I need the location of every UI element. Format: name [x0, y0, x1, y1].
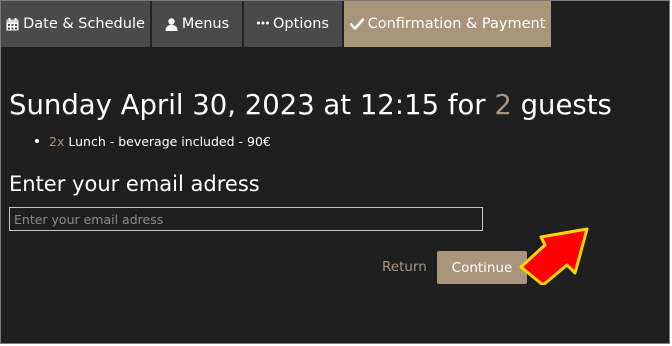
return-link[interactable]: Return [382, 258, 427, 276]
guests-label: guests [511, 89, 612, 121]
email-heading: Enter your email adress [9, 172, 260, 196]
item-description: Lunch - beverage included - 90€ [68, 133, 271, 149]
email-field[interactable] [9, 207, 483, 231]
booking-date-time: Sunday April 30, 2023 at 12:15 for [9, 89, 495, 121]
tab-confirmation-payment[interactable]: Confirmation & Payment [344, 1, 551, 47]
tab-options-label: Options [273, 16, 329, 32]
booking-widget: Date & Schedule Menus Options Confirmati… [0, 0, 670, 344]
calendar-icon [6, 17, 19, 31]
tab-menus-label: Menus [181, 16, 230, 32]
tab-confirmation-payment-label: Confirmation & Payment [367, 16, 546, 32]
list-item: 2x Lunch - beverage included - 90€ [9, 131, 271, 151]
tab-date-schedule-label: Date & Schedule [23, 16, 145, 32]
pointer-arrow-icon [519, 227, 589, 285]
tab-options[interactable]: Options [244, 1, 343, 47]
order-items-list: 2x Lunch - beverage included - 90€ [9, 131, 271, 151]
guest-count: 2 [494, 89, 512, 121]
tab-menus[interactable]: Menus [152, 1, 243, 47]
step-tabs: Date & Schedule Menus Options Confirmati… [1, 1, 669, 47]
person-icon [165, 17, 178, 31]
bullet-icon [35, 139, 39, 143]
booking-summary-heading: Sunday April 30, 2023 at 12:15 for 2 gue… [9, 85, 612, 125]
item-quantity: 2x [49, 133, 65, 149]
checkmark-icon [349, 18, 364, 30]
ellipsis-icon [257, 21, 270, 27]
tab-date-schedule[interactable]: Date & Schedule [1, 1, 151, 47]
continue-button[interactable]: Continue [437, 251, 527, 284]
